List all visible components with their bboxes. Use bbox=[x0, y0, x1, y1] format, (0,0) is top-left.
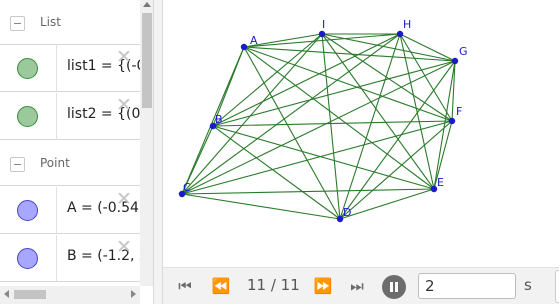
algebra-item-list1[interactable]: list1 = {(-0.54, ✕ bbox=[0, 45, 140, 92]
skip-last-icon[interactable]: ⏭ bbox=[347, 276, 367, 296]
point-label-A: A bbox=[250, 34, 258, 47]
view-divider[interactable] bbox=[153, 0, 163, 304]
segment-IC[interactable] bbox=[181, 33, 323, 195]
speed-unit: s bbox=[524, 276, 532, 294]
divider bbox=[56, 45, 57, 91]
point-label-I: I bbox=[322, 18, 325, 31]
pause-icon[interactable] bbox=[382, 275, 406, 299]
horizontal-scrollbar[interactable] bbox=[0, 286, 140, 304]
delete-icon[interactable]: ✕ bbox=[113, 95, 135, 115]
scroll-thumb[interactable] bbox=[142, 13, 152, 108]
segment-FB[interactable] bbox=[212, 120, 453, 127]
group-title: Point bbox=[40, 156, 70, 170]
speed-input[interactable]: 2 bbox=[418, 273, 516, 299]
point-label-E: E bbox=[437, 176, 444, 189]
scroll-left-icon[interactable] bbox=[4, 290, 9, 298]
point-label-C: C bbox=[183, 181, 191, 194]
visibility-marble-icon[interactable] bbox=[17, 200, 38, 221]
delete-icon[interactable]: ✕ bbox=[113, 237, 135, 257]
segment-EC[interactable] bbox=[181, 188, 435, 195]
algebra-view: List list1 = {(-0.54, ✕ list2 = {(0, 1. … bbox=[0, 0, 153, 286]
delete-icon[interactable]: ✕ bbox=[113, 47, 135, 67]
segment-DC[interactable] bbox=[181, 193, 341, 220]
segment-AF[interactable] bbox=[243, 46, 453, 122]
drawing-canvas[interactable]: A I H G F E D C B bbox=[163, 0, 559, 304]
algebra-item-point-a[interactable]: A = (-0.54, 2. ✕ bbox=[0, 187, 140, 234]
segments-group bbox=[181, 33, 456, 220]
visibility-marble-icon[interactable] bbox=[17, 58, 38, 79]
graphics-view[interactable]: A I H G F E D C B bbox=[163, 0, 559, 304]
delete-icon[interactable]: ✕ bbox=[113, 189, 135, 209]
segment-DB[interactable] bbox=[212, 125, 341, 220]
divider bbox=[56, 93, 57, 139]
segment-ED[interactable] bbox=[339, 188, 435, 220]
collapse-icon[interactable] bbox=[10, 16, 25, 31]
scroll-thumb[interactable] bbox=[14, 290, 46, 299]
scroll-up-icon[interactable] bbox=[143, 2, 151, 7]
scroll-right-icon[interactable] bbox=[131, 290, 136, 298]
point-label-F: F bbox=[456, 105, 462, 118]
point-label-H: H bbox=[403, 18, 411, 31]
algebra-item-point-b[interactable]: B = (-1.2, 2. ✕ bbox=[0, 235, 140, 282]
point-I[interactable] bbox=[318, 30, 326, 38]
divider bbox=[56, 187, 57, 233]
geogebra-window: List list1 = {(-0.54, ✕ list2 = {(0, 1. … bbox=[0, 0, 559, 304]
group-header-point[interactable]: Point bbox=[0, 141, 140, 186]
group-header-list[interactable]: List bbox=[0, 0, 140, 45]
divider bbox=[56, 235, 57, 281]
vertical-scrollbar[interactable] bbox=[140, 0, 153, 286]
visibility-marble-icon[interactable] bbox=[17, 248, 38, 269]
point-label-G: G bbox=[459, 45, 468, 58]
panel-edge bbox=[555, 270, 559, 303]
algebra-item-list2[interactable]: list2 = {(0, 1. ✕ bbox=[0, 93, 140, 140]
group-title: List bbox=[40, 15, 61, 29]
point-label-D: D bbox=[343, 206, 351, 219]
skip-first-icon[interactable]: ⏮ bbox=[175, 276, 195, 296]
point-label-B: B bbox=[215, 113, 223, 126]
point-A[interactable] bbox=[240, 43, 248, 51]
segment-HD[interactable] bbox=[339, 33, 401, 220]
point-G[interactable] bbox=[451, 57, 459, 65]
visibility-marble-icon[interactable] bbox=[17, 106, 38, 127]
collapse-icon[interactable] bbox=[10, 157, 25, 172]
point-F[interactable] bbox=[448, 117, 456, 125]
segment-GB[interactable] bbox=[212, 60, 456, 127]
animation-bar: ⏮ ⏪ 11 / 11 ⏩ ⏭ 2 s bbox=[163, 267, 559, 304]
step-back-icon[interactable]: ⏪ bbox=[211, 276, 231, 296]
point-H[interactable] bbox=[396, 30, 404, 38]
step-forward-icon[interactable]: ⏩ bbox=[313, 276, 333, 296]
frame-counter: 11 / 11 bbox=[247, 276, 300, 294]
